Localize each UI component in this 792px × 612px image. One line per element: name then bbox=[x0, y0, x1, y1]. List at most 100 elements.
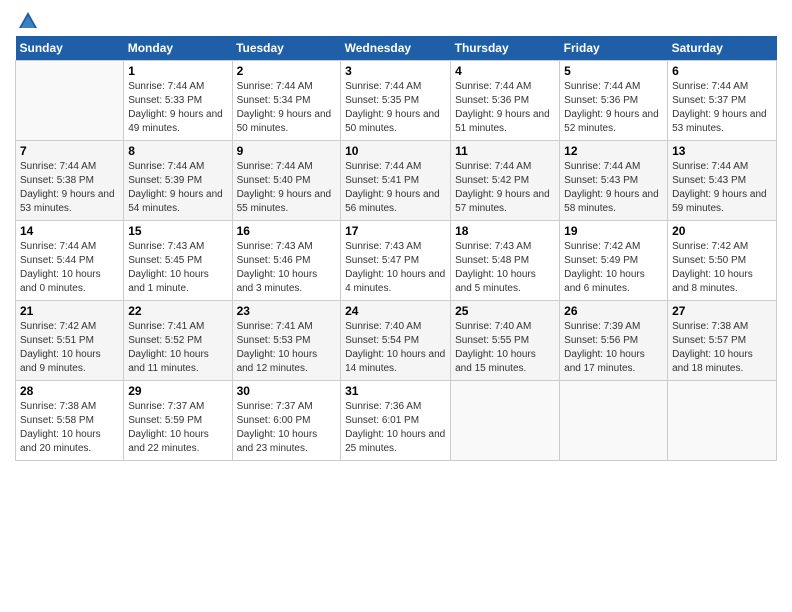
day-number: 18 bbox=[455, 224, 555, 238]
header-row: SundayMondayTuesdayWednesdayThursdayFrid… bbox=[16, 36, 777, 61]
day-info: Sunrise: 7:41 AMSunset: 5:52 PMDaylight:… bbox=[128, 320, 227, 376]
day-info: Sunrise: 7:42 AMSunset: 5:50 PMDaylight:… bbox=[672, 240, 772, 296]
calendar-table: SundayMondayTuesdayWednesdayThursdayFrid… bbox=[15, 36, 777, 461]
day-cell-6: 6 Sunrise: 7:44 AMSunset: 5:37 PMDaylight… bbox=[668, 61, 777, 141]
day-number: 30 bbox=[237, 384, 337, 398]
col-header-saturday: Saturday bbox=[668, 36, 777, 61]
day-info: Sunrise: 7:44 AMSunset: 5:37 PMDaylight:… bbox=[672, 80, 772, 136]
day-cell-28: 28Sunrise: 7:38 AMSunset: 5:58 PMDayligh… bbox=[16, 381, 124, 461]
day-number: 27 bbox=[672, 304, 772, 318]
day-cell-5: 5 Sunrise: 7:44 AMSunset: 5:36 PMDaylight… bbox=[560, 61, 668, 141]
day-number: 22 bbox=[128, 304, 227, 318]
day-info: Sunrise: 7:44 AMSunset: 5:35 PMDaylight:… bbox=[345, 80, 446, 136]
day-info: Sunrise: 7:42 AMSunset: 5:49 PMDaylight:… bbox=[564, 240, 663, 296]
day-number: 3 bbox=[345, 64, 446, 78]
day-cell-9: 9Sunrise: 7:44 AMSunset: 5:40 PMDaylight… bbox=[232, 141, 341, 221]
day-cell-12: 12Sunrise: 7:44 AMSunset: 5:43 PMDayligh… bbox=[560, 141, 668, 221]
day-number: 11 bbox=[455, 144, 555, 158]
day-number: 23 bbox=[237, 304, 337, 318]
day-number: 12 bbox=[564, 144, 663, 158]
day-number: 26 bbox=[564, 304, 663, 318]
day-info: Sunrise: 7:38 AMSunset: 5:57 PMDaylight:… bbox=[672, 320, 772, 376]
week-row-4: 21 Sunrise: 7:42 AMSunset: 5:51 PMDayligh… bbox=[16, 301, 777, 381]
day-cell-31: 31 Sunrise: 7:36 AMSunset: 6:01 PMDayligh… bbox=[341, 381, 451, 461]
day-info: Sunrise: 7:39 AMSunset: 5:56 PMDaylight:… bbox=[564, 320, 663, 376]
day-cell-27: 27 Sunrise: 7:38 AMSunset: 5:57 PMDayligh… bbox=[668, 301, 777, 381]
day-cell-23: 23 Sunrise: 7:41 AMSunset: 5:53 PMDayligh… bbox=[232, 301, 341, 381]
day-cell-17: 17 Sunrise: 7:43 AMSunset: 5:47 PMDayligh… bbox=[341, 221, 451, 301]
day-cell-18: 18Sunrise: 7:43 AMSunset: 5:48 PMDayligh… bbox=[451, 221, 560, 301]
logo bbox=[15, 10, 39, 28]
day-info: Sunrise: 7:44 AMSunset: 5:40 PMDaylight:… bbox=[237, 160, 337, 216]
day-info: Sunrise: 7:44 AMSunset: 5:42 PMDaylight:… bbox=[455, 160, 555, 216]
day-info: Sunrise: 7:42 AMSunset: 5:51 PMDaylight:… bbox=[20, 320, 119, 376]
day-number: 25 bbox=[455, 304, 555, 318]
day-info: Sunrise: 7:40 AMSunset: 5:55 PMDaylight:… bbox=[455, 320, 555, 376]
day-info: Sunrise: 7:37 AMSunset: 5:59 PMDaylight:… bbox=[128, 400, 227, 456]
day-number: 5 bbox=[564, 64, 663, 78]
day-cell-22: 22 Sunrise: 7:41 AMSunset: 5:52 PMDayligh… bbox=[124, 301, 232, 381]
day-cell-19: 19 Sunrise: 7:42 AMSunset: 5:49 PMDayligh… bbox=[560, 221, 668, 301]
day-info: Sunrise: 7:43 AMSunset: 5:45 PMDaylight:… bbox=[128, 240, 227, 296]
empty-cell bbox=[451, 381, 560, 461]
day-info: Sunrise: 7:44 AMSunset: 5:34 PMDaylight:… bbox=[237, 80, 337, 136]
day-number: 31 bbox=[345, 384, 446, 398]
main-container: SundayMondayTuesdayWednesdayThursdayFrid… bbox=[0, 0, 792, 471]
day-info: Sunrise: 7:36 AMSunset: 6:01 PMDaylight:… bbox=[345, 400, 446, 456]
day-info: Sunrise: 7:43 AMSunset: 5:47 PMDaylight:… bbox=[345, 240, 446, 296]
empty-cell bbox=[16, 61, 124, 141]
day-info: Sunrise: 7:44 AMSunset: 5:39 PMDaylight:… bbox=[128, 160, 227, 216]
day-number: 1 bbox=[128, 64, 227, 78]
day-info: Sunrise: 7:44 AMSunset: 5:41 PMDaylight:… bbox=[345, 160, 446, 216]
day-info: Sunrise: 7:44 AMSunset: 5:44 PMDaylight:… bbox=[20, 240, 119, 296]
day-info: Sunrise: 7:44 AMSunset: 5:36 PMDaylight:… bbox=[564, 80, 663, 136]
day-cell-14: 14 Sunrise: 7:44 AMSunset: 5:44 PMDayligh… bbox=[16, 221, 124, 301]
day-cell-15: 15 Sunrise: 7:43 AMSunset: 5:45 PMDayligh… bbox=[124, 221, 232, 301]
day-info: Sunrise: 7:37 AMSunset: 6:00 PMDaylight:… bbox=[237, 400, 337, 456]
week-row-1: 1 Sunrise: 7:44 AMSunset: 5:33 PMDaylight… bbox=[16, 61, 777, 141]
day-number: 19 bbox=[564, 224, 663, 238]
day-cell-26: 26 Sunrise: 7:39 AMSunset: 5:56 PMDayligh… bbox=[560, 301, 668, 381]
day-cell-25: 25 Sunrise: 7:40 AMSunset: 5:55 PMDayligh… bbox=[451, 301, 560, 381]
col-header-tuesday: Tuesday bbox=[232, 36, 341, 61]
day-info: Sunrise: 7:44 AMSunset: 5:33 PMDaylight:… bbox=[128, 80, 227, 136]
day-cell-13: 13 Sunrise: 7:44 AMSunset: 5:43 PMDayligh… bbox=[668, 141, 777, 221]
day-info: Sunrise: 7:38 AMSunset: 5:58 PMDaylight:… bbox=[20, 400, 119, 456]
day-number: 21 bbox=[20, 304, 119, 318]
day-number: 16 bbox=[237, 224, 337, 238]
col-header-friday: Friday bbox=[560, 36, 668, 61]
day-number: 4 bbox=[455, 64, 555, 78]
week-row-3: 14 Sunrise: 7:44 AMSunset: 5:44 PMDayligh… bbox=[16, 221, 777, 301]
day-number: 8 bbox=[128, 144, 227, 158]
day-info: Sunrise: 7:41 AMSunset: 5:53 PMDaylight:… bbox=[237, 320, 337, 376]
day-number: 10 bbox=[345, 144, 446, 158]
day-cell-3: 3 Sunrise: 7:44 AMSunset: 5:35 PMDaylight… bbox=[341, 61, 451, 141]
day-cell-8: 8 Sunrise: 7:44 AMSunset: 5:39 PMDaylight… bbox=[124, 141, 232, 221]
day-cell-20: 20 Sunrise: 7:42 AMSunset: 5:50 PMDayligh… bbox=[668, 221, 777, 301]
day-number: 13 bbox=[672, 144, 772, 158]
day-number: 15 bbox=[128, 224, 227, 238]
day-info: Sunrise: 7:44 AMSunset: 5:43 PMDaylight:… bbox=[672, 160, 772, 216]
day-number: 6 bbox=[672, 64, 772, 78]
col-header-sunday: Sunday bbox=[16, 36, 124, 61]
day-number: 2 bbox=[237, 64, 337, 78]
day-info: Sunrise: 7:40 AMSunset: 5:54 PMDaylight:… bbox=[345, 320, 446, 376]
day-info: Sunrise: 7:43 AMSunset: 5:46 PMDaylight:… bbox=[237, 240, 337, 296]
day-number: 29 bbox=[128, 384, 227, 398]
day-info: Sunrise: 7:44 AMSunset: 5:36 PMDaylight:… bbox=[455, 80, 555, 136]
col-header-thursday: Thursday bbox=[451, 36, 560, 61]
day-cell-10: 10 Sunrise: 7:44 AMSunset: 5:41 PMDayligh… bbox=[341, 141, 451, 221]
day-number: 14 bbox=[20, 224, 119, 238]
day-number: 20 bbox=[672, 224, 772, 238]
day-number: 7 bbox=[20, 144, 119, 158]
week-row-5: 28Sunrise: 7:38 AMSunset: 5:58 PMDayligh… bbox=[16, 381, 777, 461]
col-header-monday: Monday bbox=[124, 36, 232, 61]
day-info: Sunrise: 7:44 AMSunset: 5:38 PMDaylight:… bbox=[20, 160, 119, 216]
day-number: 24 bbox=[345, 304, 446, 318]
empty-cell bbox=[668, 381, 777, 461]
logo-icon bbox=[17, 10, 39, 32]
day-cell-21: 21 Sunrise: 7:42 AMSunset: 5:51 PMDayligh… bbox=[16, 301, 124, 381]
day-cell-4: 4 Sunrise: 7:44 AMSunset: 5:36 PMDaylight… bbox=[451, 61, 560, 141]
day-cell-29: 29 Sunrise: 7:37 AMSunset: 5:59 PMDayligh… bbox=[124, 381, 232, 461]
day-number: 17 bbox=[345, 224, 446, 238]
